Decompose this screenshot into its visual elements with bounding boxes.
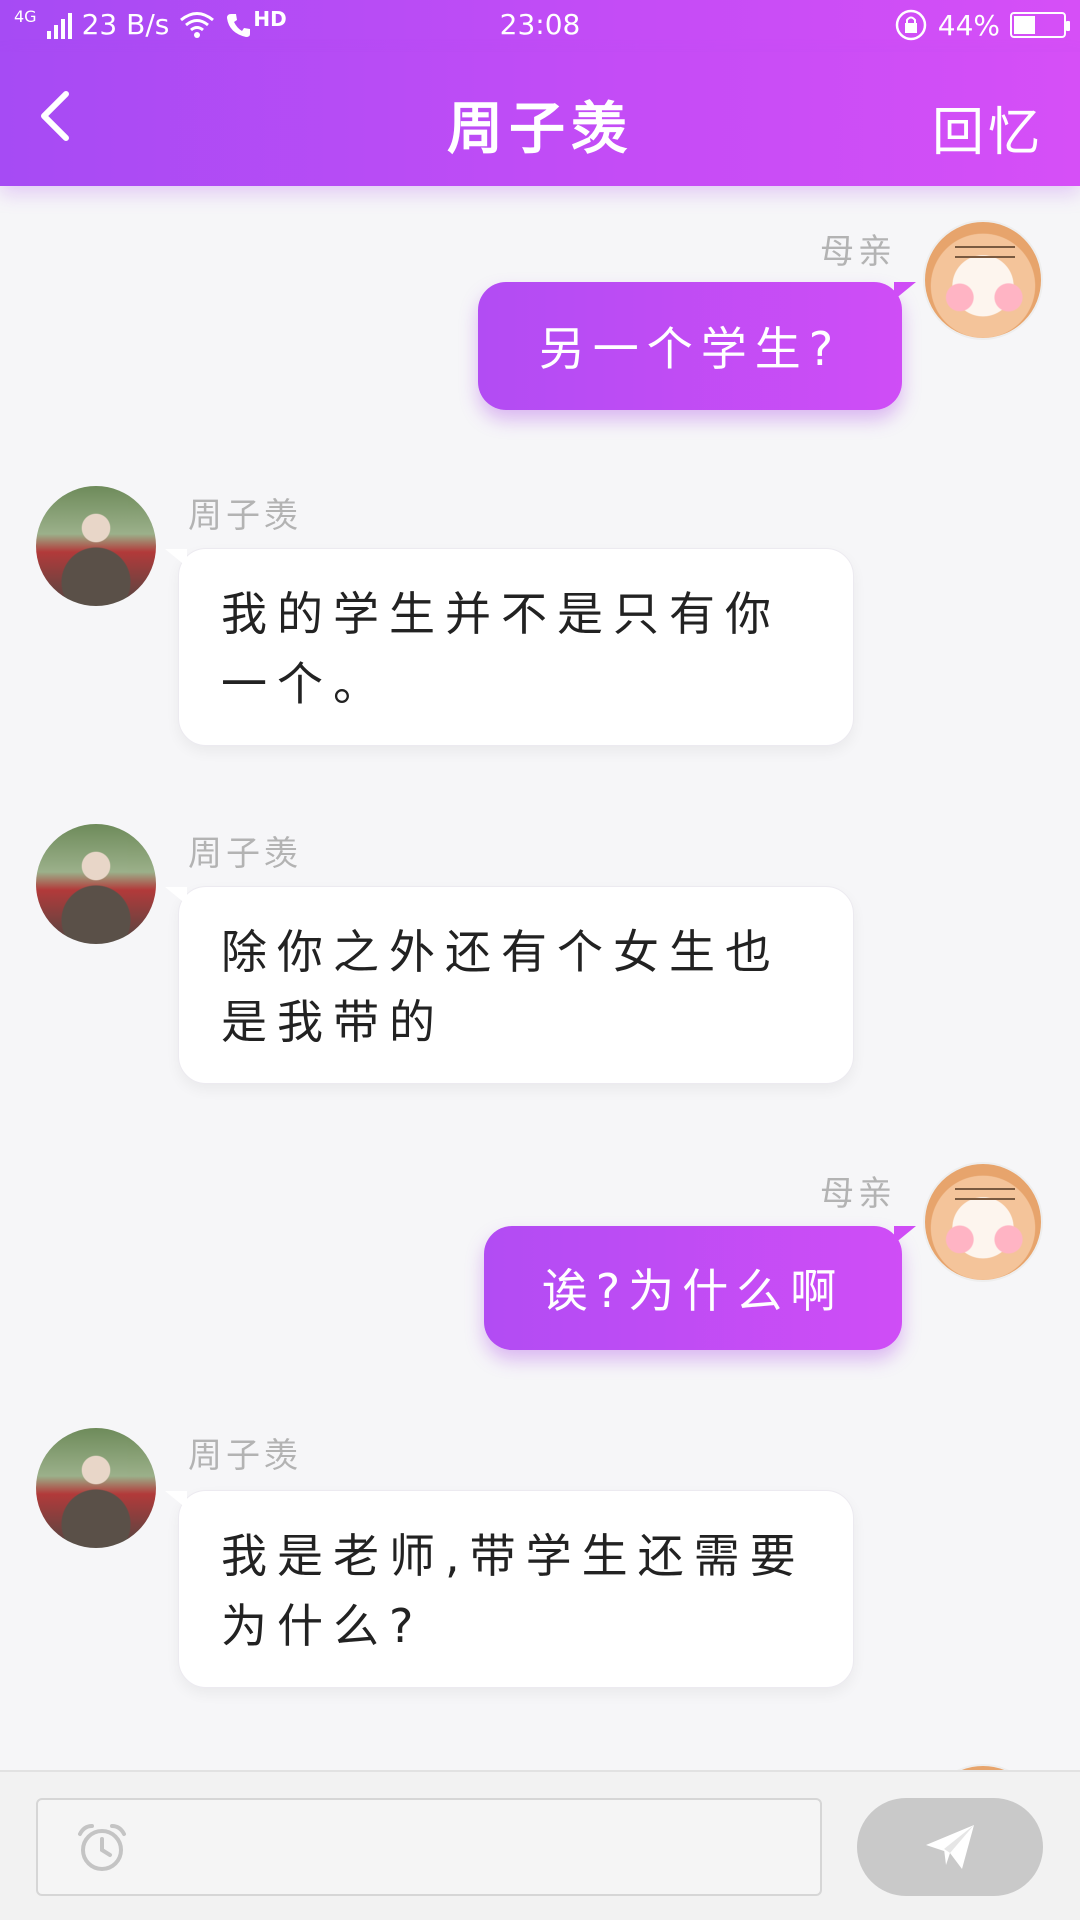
message-bubble[interactable]: 我是老师,带学生还需要为什么? [165,1490,854,1688]
status-right: 44% [894,8,1070,42]
message-bubble[interactable]: 我的学生并不是只有你一个。 [165,548,854,746]
page-title: 周子羡 [447,97,633,162]
composer-bar [0,1770,1080,1920]
sender-name: 周子羡 [188,1436,302,1476]
message-bubble[interactable]: 诶?为什么啊 [484,1226,916,1350]
message-input[interactable] [36,1798,822,1896]
alarm-clock-icon[interactable] [74,1820,130,1876]
send-button[interactable] [857,1798,1043,1896]
avatar-zhou[interactable] [36,1428,156,1548]
message-bubble[interactable]: 除你之外还有个女生也是我带的 [165,886,854,1084]
battery-icon [1010,12,1070,38]
chat-header: 周子羡 回忆 [0,52,1080,186]
avatar-mother[interactable] [923,220,1043,340]
message-list[interactable]: 母亲 另一个学生? 周子羡 我的学生并不是只有你一个。 周子羡 除你之外还有个女… [0,186,1080,1770]
sender-name: 母亲 [820,232,896,272]
avatar-mother[interactable] [923,1162,1043,1282]
sender-name: 周子羡 [188,496,302,536]
avatar-zhou[interactable] [36,486,156,606]
battery-percent: 44% [937,8,1000,42]
paper-plane-icon [926,1825,974,1869]
status-bar: 4G 23 B/s HD 23:08 44% [0,0,1080,52]
recall-button[interactable]: 回忆 [932,90,1044,165]
sender-name: 周子羡 [188,834,302,874]
sender-name: 母亲 [820,1174,896,1214]
message-bubble[interactable]: 另一个学生? [478,282,916,410]
rotation-lock-icon [895,9,927,41]
avatar-zhou[interactable] [36,824,156,944]
